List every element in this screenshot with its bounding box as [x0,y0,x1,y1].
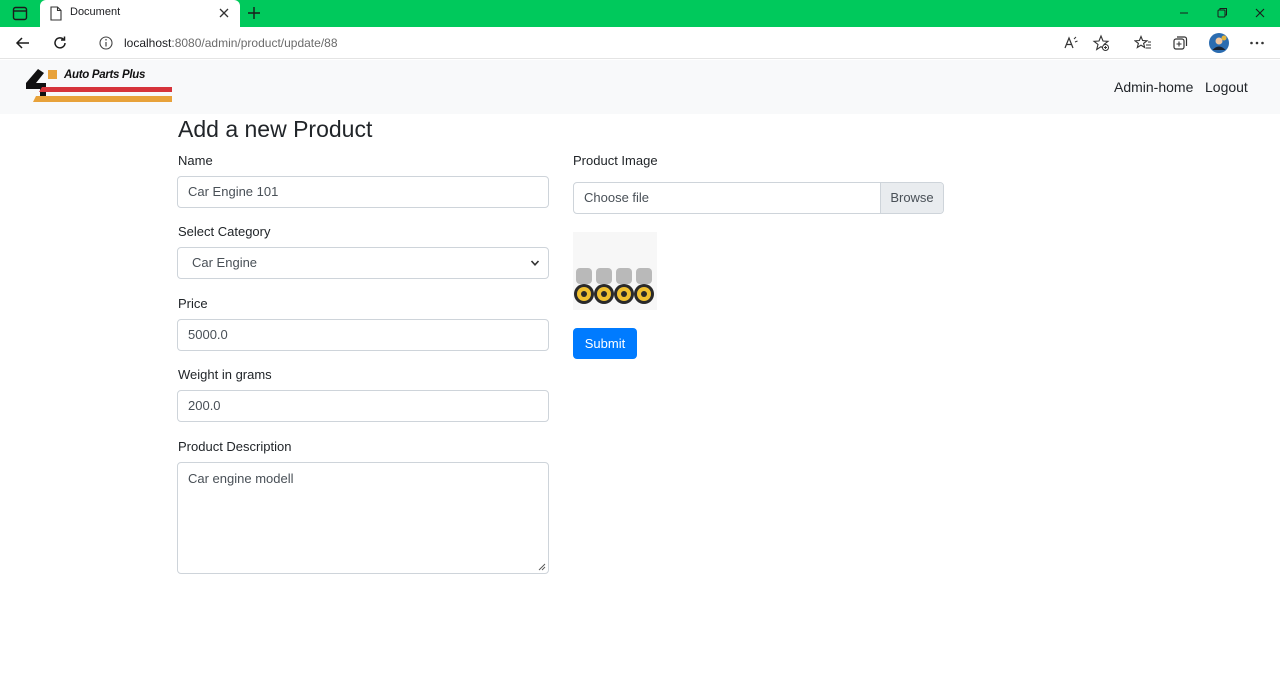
url-host: localhost [124,36,172,50]
site-navbar: Auto Parts Plus Admin-home Logout [0,60,1280,114]
back-arrow-icon[interactable] [14,34,32,52]
close-tab-icon[interactable] [216,5,232,21]
file-input[interactable]: Choose file Browse [573,182,944,214]
tab-title: Document [70,6,121,18]
price-label: Price [178,296,208,311]
refresh-icon[interactable] [51,34,69,52]
close-window-icon[interactable] [1252,5,1268,21]
product-image-label: Product Image [573,153,658,168]
brand-logo[interactable]: Auto Parts Plus [26,69,172,105]
browser-toolbar: localhost:8080/admin/product/update/88 [0,27,1280,59]
resize-handle-icon[interactable] [538,563,546,571]
weight-label: Weight in grams [178,367,272,382]
nav-link-logout[interactable]: Logout [1205,79,1248,95]
address-bar[interactable]: localhost:8080/admin/product/update/88 [84,30,1124,57]
nav-link-admin-home[interactable]: Admin-home [1114,79,1193,95]
sidebar-toggle-icon[interactable] [12,6,28,21]
browse-button[interactable]: Browse [880,183,943,213]
category-label: Select Category [178,224,271,239]
name-input[interactable]: Car Engine 101 [177,176,549,208]
site-info-icon[interactable] [98,35,114,51]
favorites-icon[interactable] [1134,34,1152,52]
brand-name: Auto Parts Plus [64,69,146,81]
chevron-down-icon [530,260,540,266]
price-input[interactable]: 5000.0 [177,319,549,351]
document-icon [50,6,62,21]
url-path: :8080/admin/product/update/88 [171,36,338,50]
file-placeholder: Choose file [584,190,650,205]
read-aloud-icon[interactable] [1062,34,1080,52]
new-tab-icon[interactable] [246,5,262,21]
name-label: Name [178,153,213,168]
more-menu-icon[interactable] [1248,34,1266,52]
minimize-icon[interactable] [1176,5,1192,21]
weight-input[interactable]: 200.0 [177,390,549,422]
page-title: Add a new Product [178,116,373,142]
submit-button[interactable]: Submit [573,328,637,359]
description-text: Car engine modell [188,471,294,486]
profile-avatar-icon[interactable] [1208,32,1230,54]
browser-tab[interactable]: Document [40,0,240,27]
category-select[interactable]: Car Engine [177,247,549,279]
description-textarea[interactable]: Car engine modell [177,462,549,574]
browser-titlebar: Document [0,0,1280,27]
restore-icon[interactable] [1214,5,1230,21]
description-label: Product Description [178,439,292,454]
collections-icon[interactable] [1171,34,1189,52]
add-favorite-icon[interactable] [1092,34,1110,52]
product-image [573,232,657,310]
url-text: localhost:8080/admin/product/update/88 [124,36,338,50]
category-selected-value: Car Engine [192,255,258,270]
